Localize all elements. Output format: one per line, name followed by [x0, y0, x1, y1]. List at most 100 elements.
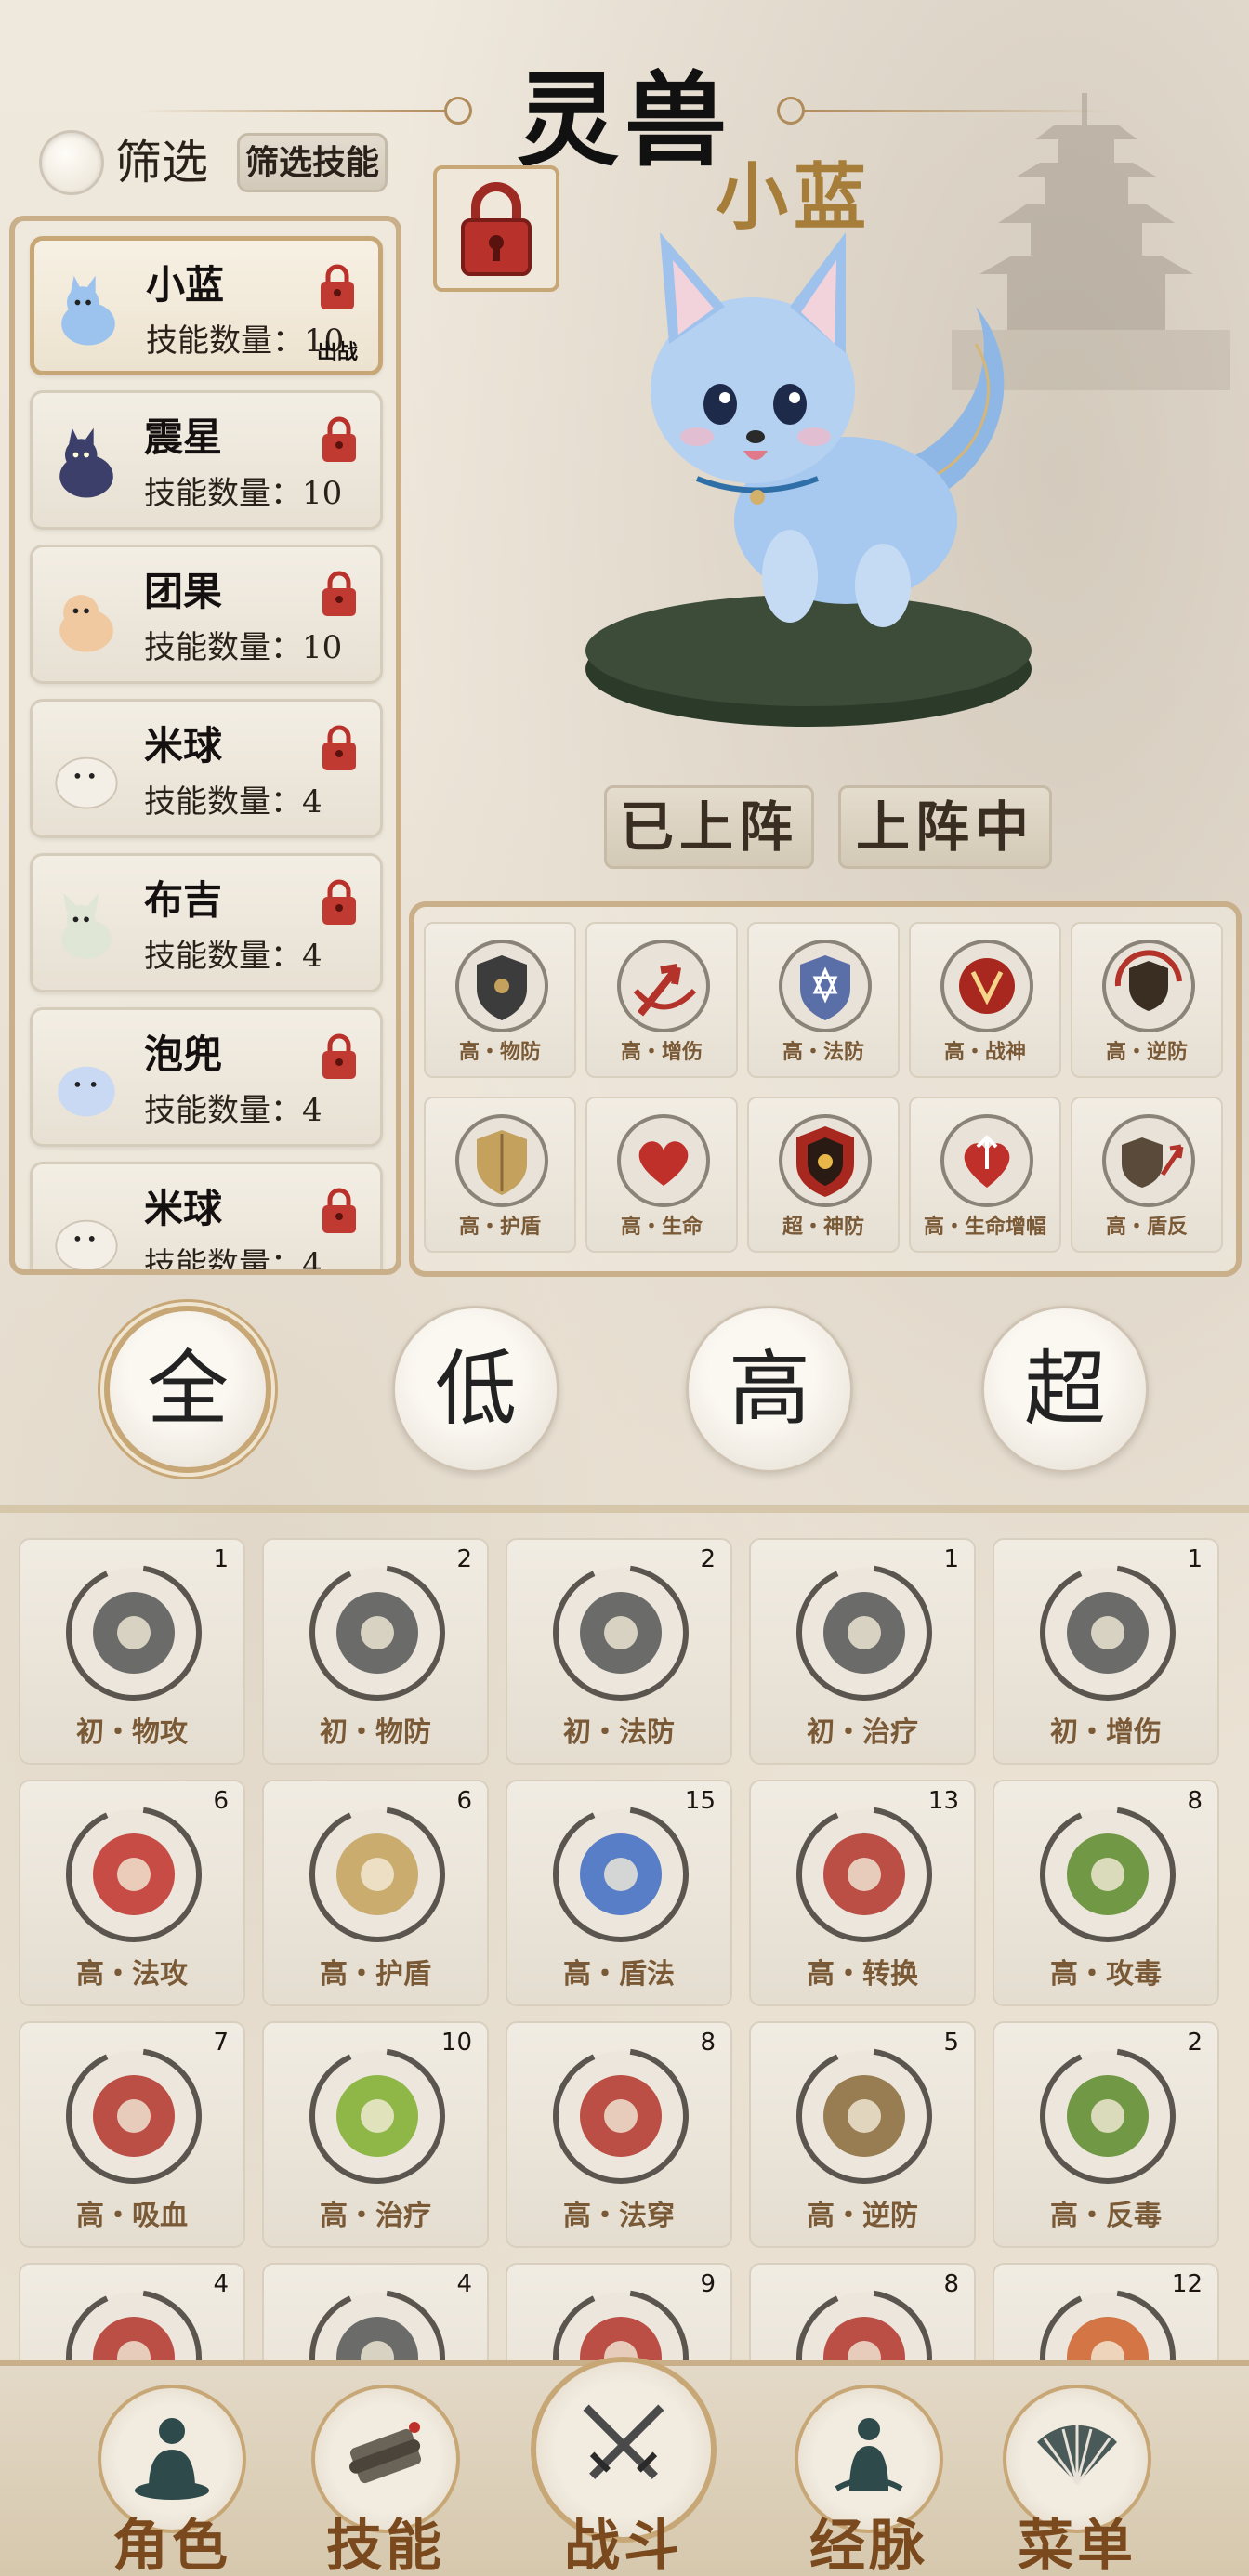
equipped-skill-slot[interactable]: 超・神防 [747, 1097, 900, 1253]
equipped-skill-slot[interactable]: 高・生命 [585, 1097, 738, 1253]
equipped-skill-label: 高・护盾 [458, 1215, 541, 1239]
reverse-shield-icon [1102, 940, 1195, 1032]
nav-battle-button[interactable]: 战斗 [517, 2357, 730, 2576]
nav-meridian-button[interactable]: 经脉 [762, 2385, 976, 2576]
pet-name: 布吉 [144, 877, 223, 923]
equipped-skill-slot[interactable]: 高・盾反 [1071, 1097, 1223, 1253]
skill-count: 15 [684, 1787, 716, 1815]
skill-label: 高・护盾 [320, 1958, 431, 1991]
pet-list-item[interactable]: 布吉 技能数量：4 [30, 853, 383, 992]
skill-count: 1 [1187, 1545, 1203, 1573]
magic-shield-icon [553, 1565, 689, 1701]
skill-label: 高・攻毒 [1050, 1958, 1162, 1991]
reverse-shield-icon [796, 2048, 932, 2184]
filter-skill-button[interactable]: 筛选技能 [237, 133, 388, 192]
skill-count: 2 [456, 1545, 472, 1573]
equipped-skill-slot[interactable]: 高・法防 [747, 922, 900, 1078]
sword-icon [66, 1565, 202, 1701]
skill-count: 2 [1187, 2029, 1203, 2057]
pet-name: 团果 [144, 569, 223, 614]
nav-role-button[interactable]: 角色 [65, 2385, 279, 2576]
grade-filter-low[interactable]: 低 [392, 1306, 559, 1473]
equipped-skill-slot[interactable]: 高・战神 [909, 922, 1061, 1078]
pet-lock-icon[interactable] [319, 414, 360, 466]
skill-tile[interactable]: 6 高・法攻 [19, 1780, 245, 2006]
filter-label: 筛选 [115, 136, 208, 190]
shield-reflect-icon [1102, 1114, 1195, 1207]
skill-tile[interactable]: 13 高・转换 [749, 1780, 976, 2006]
pet-avatar-icon [55, 1219, 118, 1269]
equipped-skill-slot[interactable]: 高・生命增幅 [909, 1097, 1061, 1253]
skill-tile[interactable]: 10 高・治疗 [262, 2021, 489, 2248]
deployed-button[interactable]: 已上阵 [604, 785, 814, 869]
nav-menu-button[interactable]: 菜单 [970, 2385, 1184, 2576]
lock-button[interactable] [433, 165, 559, 292]
divine-shield-icon [779, 1114, 872, 1207]
pet-lock-icon[interactable] [319, 722, 360, 774]
pet-list-panel[interactable]: 小蓝 技能数量：10 出战 震星 技能数量：10 团果 技能数量：10 米球 技… [9, 216, 401, 1275]
skill-label: 高・法穿 [563, 2200, 675, 2232]
pet-list-item[interactable]: 团果 技能数量：10 [30, 545, 383, 684]
section-divider [0, 1505, 1249, 1513]
skill-tile[interactable]: 1 初・治疗 [749, 1538, 976, 1765]
grade-filter-high[interactable]: 高 [686, 1306, 853, 1473]
skill-count: 1 [213, 1545, 229, 1573]
pet-skill-count: 技能数量：4 [144, 938, 322, 975]
pet-lock-icon[interactable] [317, 261, 358, 313]
pet-avatar-icon [59, 427, 113, 498]
pet-avatar-icon [61, 275, 115, 346]
pet-list-item[interactable]: 米球 技能数量：4 [30, 1162, 383, 1269]
skill-label: 高・吸血 [76, 2200, 188, 2232]
grade-filter-super[interactable]: 超 [981, 1306, 1149, 1473]
nav-label: 菜单 [1018, 2514, 1137, 2576]
equipped-skill-label: 高・战神 [943, 1040, 1026, 1064]
fan-icon [1037, 2425, 1117, 2485]
nav-label: 经脉 [809, 2514, 928, 2576]
equipped-skill-label: 高・法防 [782, 1040, 864, 1064]
equipped-skill-label: 高・物防 [458, 1040, 541, 1064]
skill-label: 高・治疗 [320, 2200, 431, 2232]
nav-skill-button[interactable]: 技能 [279, 2385, 493, 2576]
skill-tile[interactable]: 2 初・法防 [506, 1538, 732, 1765]
skill-tile[interactable]: 6 高・护盾 [262, 1780, 489, 2006]
pet-avatar-icon [59, 595, 113, 652]
nav-label: 角色 [112, 2514, 231, 2576]
equipped-skill-slot[interactable]: 高・护盾 [424, 1097, 576, 1253]
scroll-icon [349, 2422, 422, 2484]
pet-list-item[interactable]: 震星 技能数量：10 [30, 390, 383, 530]
skill-count: 2 [700, 1545, 716, 1573]
pet-lock-icon[interactable] [319, 568, 360, 620]
filter-radio[interactable] [39, 130, 104, 195]
title-ornament-left [139, 110, 446, 112]
pet-lock-icon[interactable] [319, 876, 360, 928]
skill-tile[interactable]: 1 初・增伤 [993, 1538, 1219, 1765]
equipped-skill-slot[interactable]: 高・增伤 [585, 922, 738, 1078]
pet-lock-icon[interactable] [319, 1185, 360, 1237]
skill-tile[interactable]: 5 高・逆防 [749, 2021, 976, 2248]
skill-tile[interactable]: 8 高・法穿 [506, 2021, 732, 2248]
skill-tile[interactable]: 8 高・攻毒 [993, 1780, 1219, 2006]
nav-label: 技能 [326, 2514, 445, 2576]
pet-lock-icon[interactable] [319, 1031, 360, 1083]
gold-shield-icon [455, 1114, 548, 1207]
equipped-skill-slot[interactable]: 高・逆防 [1071, 922, 1223, 1078]
skill-tile[interactable]: 15 高・盾法 [506, 1780, 732, 2006]
equipped-skill-label: 高・生命增幅 [923, 1215, 1046, 1239]
grade-filter-all[interactable]: 全 [104, 1306, 271, 1473]
skill-tile[interactable]: 1 初・物攻 [19, 1538, 245, 1765]
pet-list-item[interactable]: 泡兜 技能数量：4 [30, 1007, 383, 1147]
skill-tile[interactable]: 7 高・吸血 [19, 2021, 245, 2248]
skill-label: 初・法防 [563, 1716, 675, 1749]
skill-label: 高・逆防 [807, 2200, 918, 2232]
skill-tile[interactable]: 2 初・物防 [262, 1538, 489, 1765]
pet-list-item[interactable]: 小蓝 技能数量：10 出战 [30, 236, 383, 375]
deploying-button[interactable]: 上阵中 [838, 785, 1052, 869]
equipped-skill-slot[interactable]: 高・物防 [424, 922, 576, 1078]
lock-icon [461, 182, 532, 276]
pet-avatar-icon [61, 892, 112, 959]
pet-list-item[interactable]: 米球 技能数量：4 [30, 699, 383, 838]
pet-skill-count: 技能数量：4 [144, 783, 322, 821]
skill-tile[interactable]: 2 高・反毒 [993, 2021, 1219, 2248]
skill-label: 高・反毒 [1050, 2200, 1162, 2232]
skill-count: 6 [456, 1787, 472, 1815]
